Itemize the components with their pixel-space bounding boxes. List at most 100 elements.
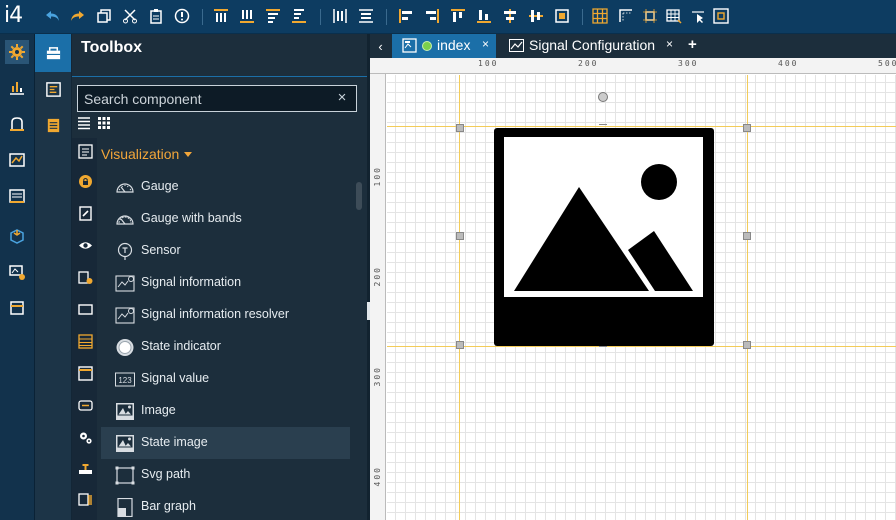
edit-category-icon[interactable] xyxy=(76,204,94,222)
undo-icon[interactable] xyxy=(44,7,62,25)
settings-gear-icon[interactable] xyxy=(5,40,29,64)
tab-signal-configuration[interactable]: Signal Configuration × xyxy=(501,34,681,58)
monitor-settings-icon[interactable] xyxy=(5,260,29,284)
resize-handle[interactable] xyxy=(456,124,464,132)
state-image-icon xyxy=(115,434,135,453)
list-panel-icon[interactable] xyxy=(5,184,29,208)
fit-to-screen-icon[interactable] xyxy=(712,7,730,25)
resize-handle[interactable] xyxy=(456,341,464,349)
package-icon[interactable] xyxy=(5,224,29,248)
list-view-icon[interactable] xyxy=(77,116,91,130)
align-center-horizontal-icon[interactable] xyxy=(501,7,519,25)
toolbox-item-label: Signal information xyxy=(141,275,242,289)
eye-category-icon[interactable] xyxy=(76,236,94,254)
align-bottom-icon[interactable] xyxy=(475,7,493,25)
image-icon xyxy=(115,402,135,421)
close-tab-icon[interactable]: × xyxy=(482,37,489,51)
close-tab-icon[interactable]: × xyxy=(666,37,673,51)
properties-tab-icon[interactable] xyxy=(38,74,68,104)
toolbox-item-sensor[interactable]: Sensor xyxy=(101,235,350,267)
collapse-panel-button[interactable]: ‹ xyxy=(370,34,391,58)
align-left-icon[interactable] xyxy=(397,7,415,25)
archive-category-icon[interactable] xyxy=(76,490,94,508)
grid-icon[interactable] xyxy=(591,7,609,25)
tab-label: Signal Configuration xyxy=(529,37,656,53)
add-tab-button[interactable]: + xyxy=(688,36,697,53)
toolbox-item-state-image[interactable]: State image xyxy=(101,427,350,459)
resize-handle[interactable] xyxy=(743,124,751,132)
distribute-horizontal-icon[interactable] xyxy=(331,7,349,25)
paste-icon[interactable] xyxy=(147,7,165,25)
ruler-label: 300 xyxy=(678,59,699,68)
chevron-down-icon[interactable] xyxy=(184,152,192,157)
resize-handle[interactable] xyxy=(743,341,751,349)
toolbox-item-bar-graph[interactable]: Bar graph xyxy=(101,491,350,520)
toolbox-scrollbar[interactable] xyxy=(356,182,362,210)
toolbar-separator xyxy=(202,9,203,25)
lock-category-icon[interactable] xyxy=(76,172,94,190)
device-icon[interactable] xyxy=(5,112,29,136)
toolbox-item-signal-information-resolver[interactable]: Signal information resolver xyxy=(101,299,350,331)
frame-category-icon[interactable] xyxy=(76,364,94,382)
selection-guide xyxy=(747,75,748,520)
tab-index[interactable]: index × xyxy=(392,34,496,58)
copy-icon[interactable] xyxy=(95,7,113,25)
toolbox-item-state-indicator[interactable]: State indicator xyxy=(101,331,350,363)
state-indicator-icon xyxy=(115,338,135,357)
signal-information-icon xyxy=(115,274,135,293)
toolbox-tab-icon[interactable] xyxy=(35,34,71,72)
display-category-icon[interactable] xyxy=(76,396,94,414)
valve-category-icon[interactable] xyxy=(76,460,94,478)
chart-panel-icon[interactable] xyxy=(5,148,29,172)
resize-handle[interactable] xyxy=(599,346,607,348)
state-image-element[interactable] xyxy=(494,128,714,346)
rotate-handle[interactable] xyxy=(598,92,608,102)
snap-element-icon[interactable] xyxy=(641,7,659,25)
bar-graph-icon xyxy=(115,497,135,518)
toolbox-item-gauge[interactable]: Gauge xyxy=(101,171,350,203)
info-icon[interactable] xyxy=(173,7,191,25)
dashboard-icon[interactable] xyxy=(5,76,29,100)
send-back-icon[interactable] xyxy=(238,7,256,25)
resize-handle[interactable] xyxy=(456,232,464,240)
cut-icon[interactable] xyxy=(121,7,139,25)
selection-guide xyxy=(459,75,460,520)
align-right-icon[interactable] xyxy=(423,7,441,25)
notes-tab-icon[interactable] xyxy=(38,110,68,140)
left-navigation xyxy=(0,34,35,520)
align-top-icon[interactable] xyxy=(449,7,467,25)
window-category-icon[interactable] xyxy=(76,300,94,318)
toolbox-item-gauge-with-bands[interactable]: Gauge with bands xyxy=(101,203,350,235)
toolbox-item-signal-information[interactable]: Signal information xyxy=(101,267,350,299)
redo-icon[interactable] xyxy=(68,7,86,25)
svg-path-icon xyxy=(115,466,135,485)
list-category-icon[interactable] xyxy=(76,142,94,160)
toolbox-item-svg-path[interactable]: Svg path xyxy=(101,459,350,491)
grid-view-icon[interactable] xyxy=(97,116,111,130)
category-visualization[interactable]: Visualization xyxy=(101,146,179,162)
table-icon[interactable] xyxy=(665,7,683,25)
design-canvas[interactable]: 100 200 300 400 500 100 200 300 400 xyxy=(370,58,896,520)
signal-value-icon: 123 xyxy=(115,370,135,389)
send-backward-icon[interactable] xyxy=(290,7,308,25)
gears-category-icon[interactable] xyxy=(76,428,94,446)
toolbox-item-image[interactable]: Image xyxy=(101,395,350,427)
resize-handle[interactable] xyxy=(743,232,751,240)
signal-category-icon[interactable] xyxy=(76,268,94,286)
storage-icon[interactable] xyxy=(5,296,29,320)
snap-grid-icon[interactable] xyxy=(617,7,635,25)
toolbox-item-label: Bar graph xyxy=(141,499,196,513)
vertical-ruler: 100 200 300 400 xyxy=(370,74,386,520)
align-center-icon[interactable] xyxy=(553,7,571,25)
ruler-label: 100 xyxy=(373,166,382,187)
search-component-input[interactable] xyxy=(77,85,357,112)
clear-search-icon[interactable]: × xyxy=(334,89,350,107)
bring-forward-icon[interactable] xyxy=(264,7,282,25)
bring-front-icon[interactable] xyxy=(212,7,230,25)
distribute-vertical-icon[interactable] xyxy=(357,7,375,25)
ruler-label: 200 xyxy=(578,59,599,68)
align-center-vertical-icon[interactable] xyxy=(527,7,545,25)
toolbox-item-signal-value[interactable]: 123 Signal value xyxy=(101,363,350,395)
table-category-icon[interactable] xyxy=(76,332,94,350)
pointer-icon[interactable] xyxy=(689,7,707,25)
